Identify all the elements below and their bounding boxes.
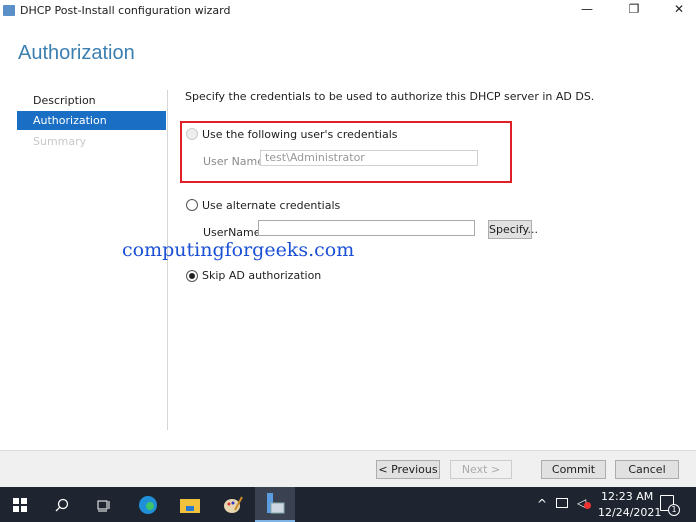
restore-button[interactable]: ❐ (619, 2, 649, 20)
window-title: DHCP Post-Install configuration wizard (20, 4, 231, 17)
radio-skip-ad-authorization[interactable] (186, 270, 198, 282)
app-icon (3, 5, 15, 16)
show-hidden-icons-chevron-icon[interactable]: ^ (537, 497, 547, 511)
username-field-2[interactable] (258, 220, 475, 236)
clock-date[interactable]: 12/24/2021 (598, 506, 661, 519)
clock-time[interactable]: 12:23 AM (601, 490, 653, 503)
notification-count-badge: 1 (668, 504, 680, 516)
close-button[interactable]: ✕ (664, 2, 694, 20)
next-button: Next > (450, 460, 512, 479)
username-field-1: test\Administrator (260, 150, 478, 166)
commit-button[interactable]: Commit (541, 460, 606, 479)
username-label-1: User Name: (203, 155, 268, 168)
option-alternate-credentials-label: Use alternate credentials (202, 199, 341, 212)
edge-browser-icon[interactable] (128, 487, 168, 522)
radio-alternate-credentials[interactable] (186, 199, 198, 211)
option-skip-label: Skip AD authorization (202, 269, 322, 282)
nav-item-summary: Summary (33, 135, 87, 148)
specify-button[interactable]: Specify... (488, 220, 538, 239)
title-bar: DHCP Post-Install configuration wizard —… (0, 0, 696, 22)
cancel-button[interactable]: Cancel (615, 460, 679, 479)
start-windows-icon[interactable] (0, 487, 40, 522)
page-title: Authorization (18, 42, 135, 64)
username-label-2: UserName: (203, 226, 265, 239)
volume-muted-icon[interactable]: ◁ (577, 496, 591, 510)
option-following-credentials-label: Use the following user's credentials (202, 128, 398, 141)
file-explorer-icon[interactable] (170, 487, 210, 522)
previous-button[interactable]: < Previous (376, 460, 440, 479)
radio-use-following-credentials[interactable] (186, 128, 198, 140)
nav-item-description[interactable]: Description (17, 91, 166, 110)
task-view-icon[interactable] (84, 487, 124, 522)
nav-item-authorization[interactable]: Authorization (17, 111, 166, 130)
taskbar: ^ ◁ 12:23 AM 12/24/2021 1 (0, 487, 696, 522)
network-icon[interactable] (556, 498, 568, 508)
search-icon[interactable] (42, 487, 82, 522)
instruction-text: Specify the credentials to be used to au… (185, 90, 595, 103)
server-manager-icon[interactable] (255, 487, 295, 522)
paint-icon[interactable] (213, 487, 253, 522)
watermark: computingforgeeks.com (122, 239, 355, 261)
minimize-button[interactable]: — (572, 2, 602, 20)
